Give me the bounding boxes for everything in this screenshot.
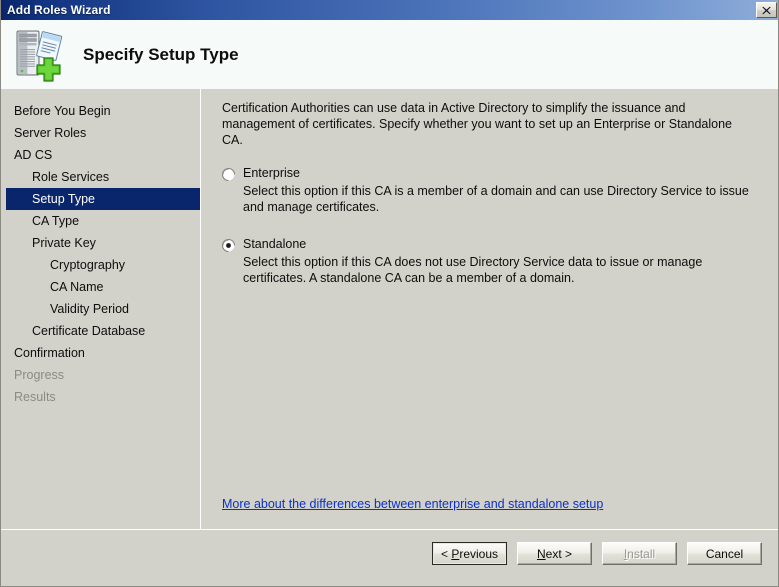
wizard-footer: < Previous Next > Install Cancel	[1, 529, 778, 586]
close-button[interactable]	[756, 2, 777, 18]
radio-enterprise-icon[interactable]	[222, 168, 235, 181]
option-label-standalone[interactable]: Standalone	[243, 237, 306, 252]
page-title: Specify Setup Type	[83, 44, 239, 64]
close-icon	[762, 6, 771, 14]
add-roles-wizard-window: Add Roles Wizard Specify Setup Type Befo…	[0, 0, 779, 587]
sidebar-item-validity-period[interactable]: Validity Period	[1, 298, 200, 320]
sidebar-item-ca-name[interactable]: CA Name	[1, 276, 200, 298]
sidebar-item-ca-type[interactable]: CA Type	[1, 210, 200, 232]
radio-standalone-icon[interactable]	[222, 239, 235, 252]
radio-row-enterprise[interactable]: Enterprise	[222, 166, 766, 181]
more-about-differences-link[interactable]: More about the differences between enter…	[222, 497, 603, 511]
option-label-enterprise[interactable]: Enterprise	[243, 166, 300, 181]
option-description-enterprise: Select this option if this CA is a membe…	[243, 184, 749, 214]
sidebar-item-confirmation[interactable]: Confirmation	[1, 342, 200, 364]
wizard-content-panel: Certification Authorities can use data i…	[206, 89, 778, 529]
option-enterprise: Enterprise Select this option if this CA…	[222, 166, 766, 215]
server-certificate-add-icon	[16, 30, 63, 82]
sidebar-item-progress: Progress	[14, 368, 65, 382]
option-description-standalone: Select this option if this CA does not u…	[243, 255, 703, 285]
footer-button-group: < Previous Next > Install Cancel	[432, 542, 762, 565]
wizard-body: Before You Begin Server Roles AD CS Role…	[1, 89, 778, 529]
sidebar-item-ad-cs[interactable]: AD CS	[1, 144, 200, 166]
install-button: Install	[602, 542, 677, 565]
sidebar-item-role-services[interactable]: Role Services	[1, 166, 200, 188]
sidebar-item-cryptography[interactable]: Cryptography	[1, 254, 200, 276]
sidebar-item-results: Results	[14, 390, 56, 404]
wizard-steps-nav: Before You Begin Server Roles AD CS Role…	[1, 89, 200, 529]
sidebar-item-private-key[interactable]: Private Key	[1, 232, 200, 254]
sidebar-item-certificate-database[interactable]: Certificate Database	[1, 320, 200, 342]
previous-button[interactable]: < Previous	[432, 542, 507, 565]
help-link-row: More about the differences between enter…	[222, 495, 603, 513]
title-bar: Add Roles Wizard	[1, 0, 778, 20]
wizard-header: Specify Setup Type	[1, 20, 778, 89]
sidebar-item-before-you-begin[interactable]: Before You Begin	[1, 100, 200, 122]
next-button[interactable]: Next >	[517, 542, 592, 565]
intro-description: Certification Authorities can use data i…	[222, 101, 733, 147]
cancel-button[interactable]: Cancel	[687, 542, 762, 565]
sidebar-item-setup-type[interactable]: Setup Type	[6, 188, 200, 210]
option-standalone: Standalone Select this option if this CA…	[222, 237, 766, 286]
radio-row-standalone[interactable]: Standalone	[222, 237, 766, 252]
next-button-accel: N	[536, 546, 546, 561]
window-title: Add Roles Wizard	[7, 3, 111, 17]
previous-button-accel: P	[451, 546, 460, 561]
sidebar-item-server-roles[interactable]: Server Roles	[1, 122, 200, 144]
